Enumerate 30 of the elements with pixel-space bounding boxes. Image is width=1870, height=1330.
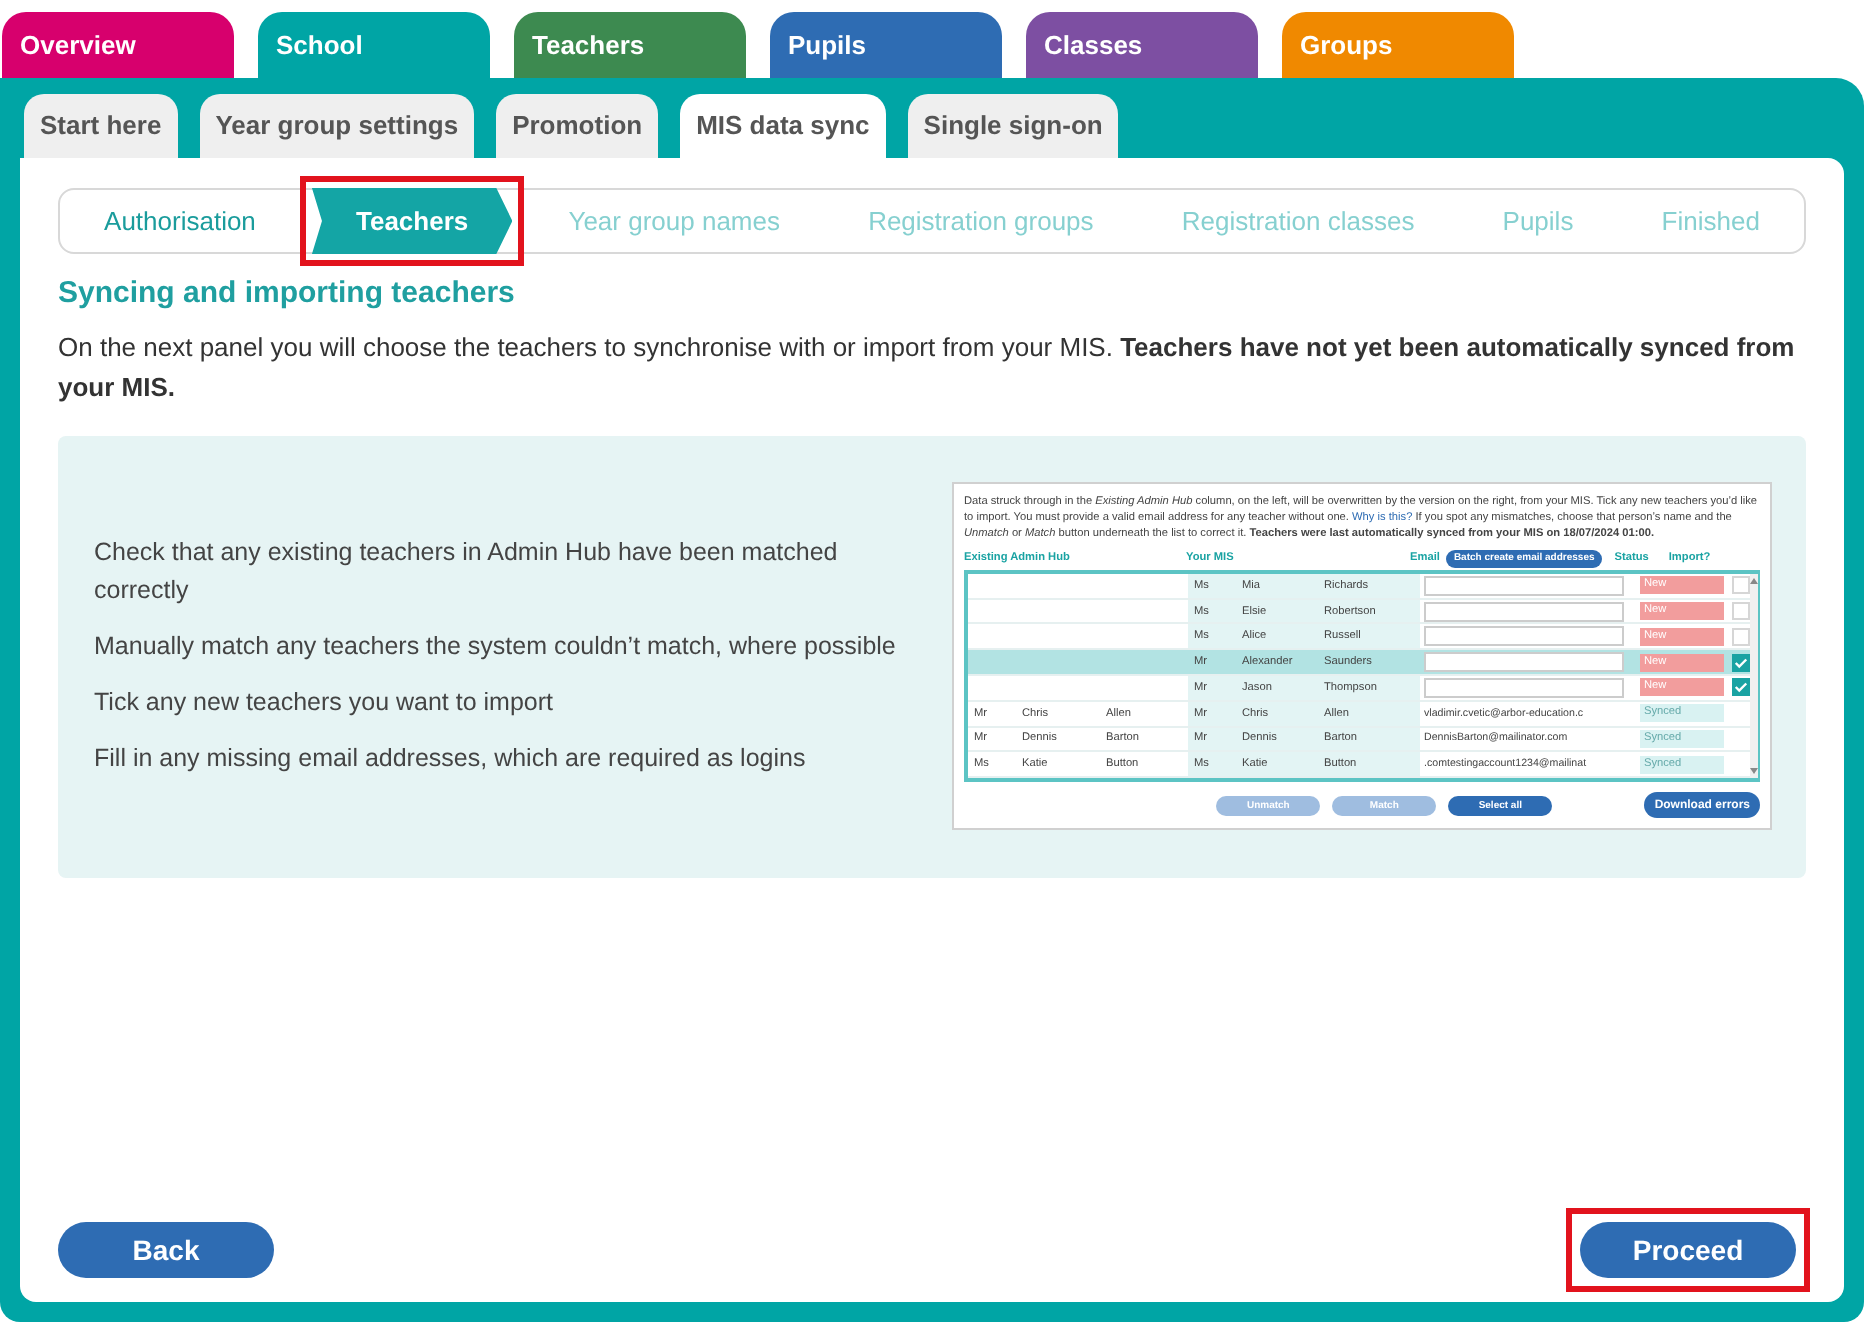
back-button[interactable]: Back — [58, 1222, 274, 1278]
wizard-step[interactable]: Authorisation — [60, 190, 300, 252]
sub-tab[interactable]: Promotion — [496, 94, 659, 158]
proceed-button[interactable]: Proceed — [1580, 1222, 1796, 1278]
checklist-text: Tick any new teachers you want to import — [94, 686, 555, 720]
wizard-step[interactable]: Teachers — [311, 188, 513, 254]
email-field[interactable] — [1424, 575, 1624, 596]
checklist-text: Check that any existing teachers in Admin Hub have been matched correctly — [94, 536, 840, 608]
checklist-text: Manually match any teachers the system couldn’t match, where possible — [94, 630, 898, 664]
email-field[interactable] — [1424, 652, 1624, 673]
import-checkbox[interactable] — [1732, 678, 1750, 697]
email-field[interactable] — [1424, 677, 1624, 698]
sub-tab[interactable]: Single sign-on — [907, 94, 1119, 158]
main-tab[interactable]: Overview — [2, 12, 234, 78]
sub-tab[interactable]: Year group settings — [199, 94, 475, 158]
main-tab[interactable]: Pupils — [770, 12, 1002, 78]
main-tab[interactable]: School — [258, 12, 490, 80]
sub-tab[interactable]: MIS data sync — [680, 94, 886, 158]
sub-tab[interactable]: Start here — [24, 94, 178, 158]
import-checkbox[interactable] — [1732, 653, 1750, 672]
main-tab[interactable]: Classes — [1026, 12, 1258, 78]
section-heading: Syncing and importing teachers — [58, 274, 517, 314]
scroll-down-icon[interactable] — [1750, 768, 1758, 775]
intro-text: On the next panel you will choose the teachers to synchronise with or import from your MIS. Teachers have not yet been automatically synced from your MIS. — [58, 329, 1797, 406]
checklist-text: Fill in any missing email addresses, which are required as logins — [94, 742, 808, 776]
email-field[interactable] — [1424, 626, 1624, 647]
email-field[interactable] — [1424, 601, 1624, 621]
scroll-up-icon[interactable] — [1750, 577, 1758, 584]
main-tab[interactable]: Teachers — [514, 12, 746, 78]
scrollbar[interactable] — [1750, 573, 1758, 779]
